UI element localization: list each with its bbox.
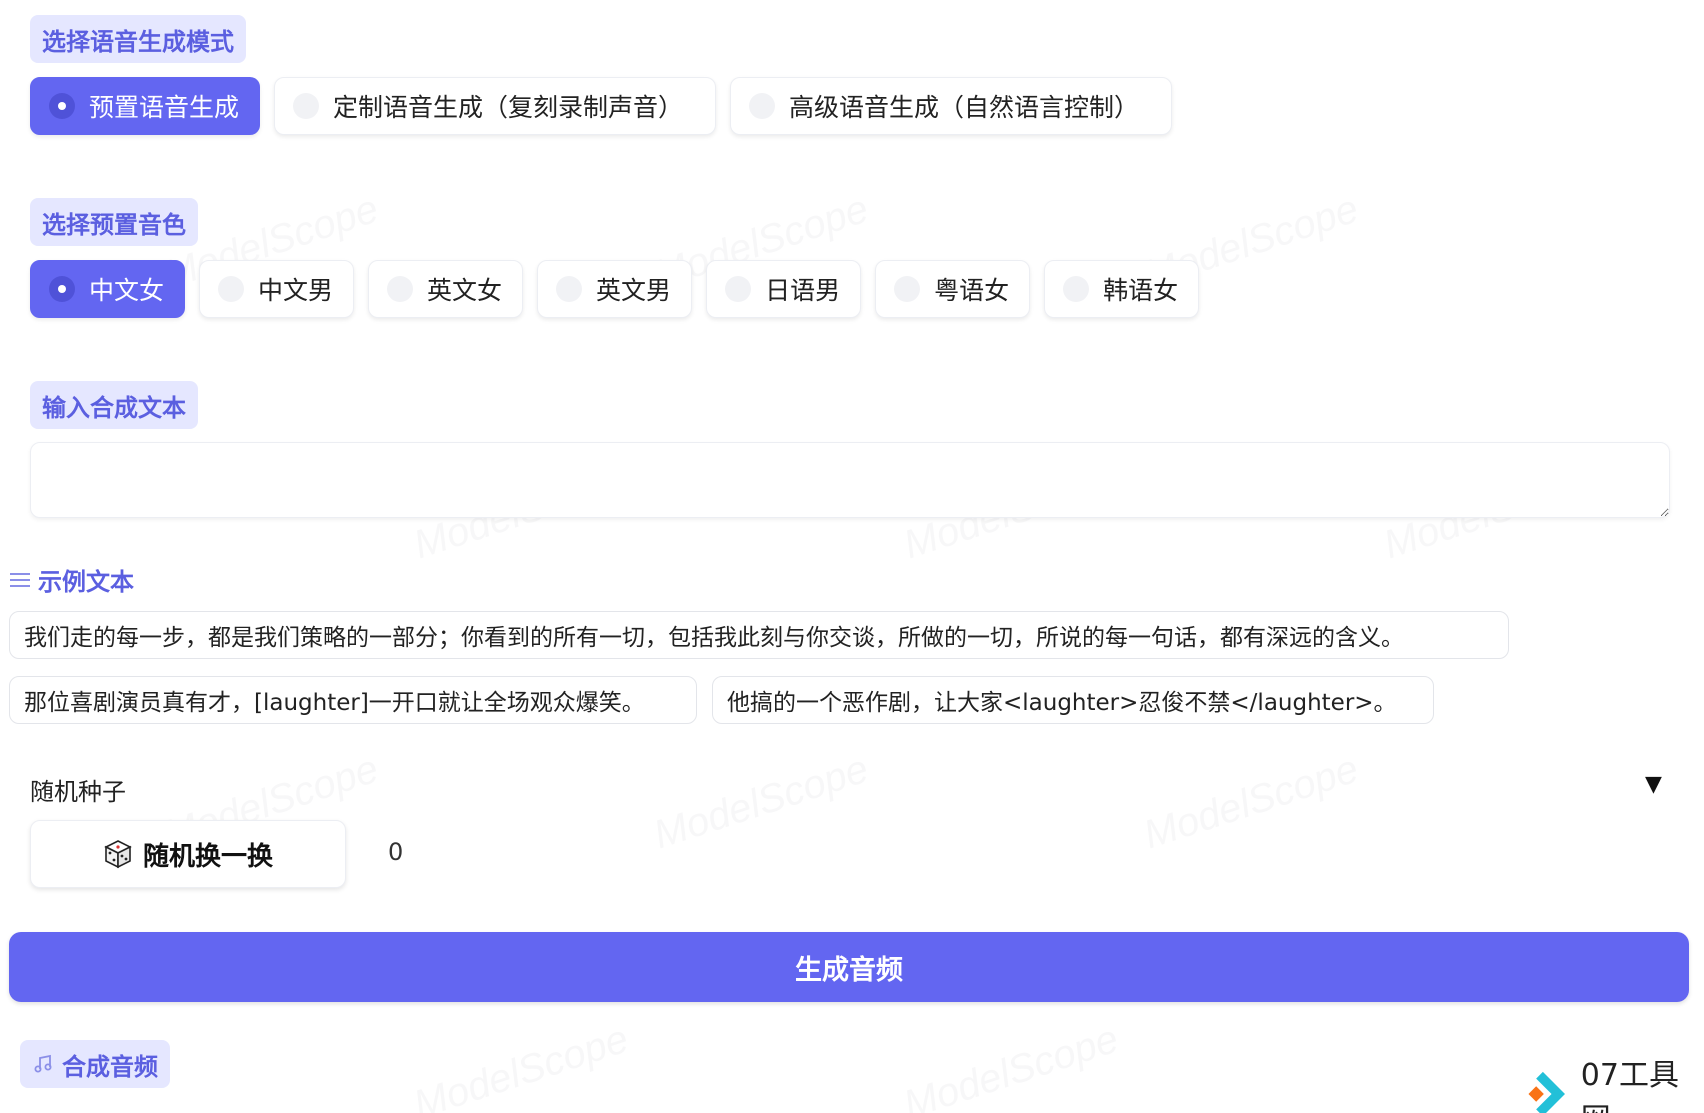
voice-option-yue-female[interactable]: 粤语女	[875, 260, 1031, 318]
radio-unchecked-icon	[218, 276, 245, 302]
voice-option-label: 日语男	[765, 276, 841, 305]
generate-audio-button-label: 生成音频	[795, 954, 903, 986]
random-seed-button-label: 随机换一换	[142, 841, 273, 872]
voice-option-label: 中文男	[258, 276, 334, 305]
radio-unchecked-icon	[293, 93, 320, 119]
mode-section-label-text: 选择语音生成模式	[42, 27, 234, 56]
voice-option-en-male[interactable]: 英文男	[537, 260, 693, 318]
mode-option-advanced[interactable]: 高级语音生成（自然语言控制）	[730, 77, 1173, 135]
brand-text: 07工具网	[1580, 1058, 1679, 1113]
collapse-triangle-icon[interactable]: ▼	[1645, 772, 1662, 797]
mode-option-label: 预置语音生成	[89, 93, 240, 122]
examples-header: 示例文本	[10, 562, 134, 597]
text-section-label-text: 输入合成文本	[42, 393, 186, 422]
voice-radio-group: 中文女 中文男 英文女 英文男 日语男 粤语女 韩语女	[30, 260, 1200, 318]
seed-label: 随机种子	[30, 778, 126, 806]
example-text-2[interactable]: 那位喜剧演员真有才，[laughter]一开口就让全场观众爆笑。	[9, 676, 697, 724]
generate-audio-button[interactable]: 生成音频	[9, 932, 1689, 1002]
synthesis-text-input[interactable]	[30, 442, 1670, 518]
random-seed-button[interactable]: 随机换一换	[30, 820, 346, 888]
examples-title: 示例文本	[38, 568, 134, 596]
radio-unchecked-icon	[749, 93, 776, 119]
text-section-label: 输入合成文本	[30, 381, 198, 429]
watermark: ModelScope	[648, 746, 874, 858]
radio-unchecked-icon	[894, 276, 921, 302]
voice-option-label: 英文女	[427, 276, 503, 305]
mode-option-custom[interactable]: 定制语音生成（复刻录制声音）	[274, 77, 717, 135]
radio-unchecked-icon	[556, 276, 583, 302]
output-section-label-text: 合成音频	[62, 1052, 158, 1081]
mode-section-label: 选择语音生成模式	[30, 15, 246, 63]
brand-diamond-icon	[1528, 1071, 1565, 1113]
mode-radio-group: 预置语音生成 定制语音生成（复刻录制声音） 高级语音生成（自然语言控制）	[30, 77, 1173, 135]
watermark: ModelScope	[1138, 746, 1364, 858]
radio-checked-icon	[49, 276, 75, 302]
radio-checked-icon	[49, 93, 75, 119]
watermark: ModelScope	[408, 1016, 634, 1113]
list-icon	[10, 571, 30, 589]
voice-section-label-text: 选择预置音色	[42, 210, 186, 239]
voice-section-label: 选择预置音色	[30, 198, 198, 246]
mode-option-preset[interactable]: 预置语音生成	[30, 77, 261, 135]
voice-option-en-female[interactable]: 英文女	[368, 260, 524, 318]
radio-unchecked-icon	[1063, 276, 1090, 302]
brand-logo: 07工具网	[1515, 1050, 1704, 1113]
voice-option-zh-male[interactable]: 中文男	[199, 260, 355, 318]
voice-option-label: 中文女	[89, 276, 165, 305]
voice-option-label: 英文男	[596, 276, 672, 305]
radio-unchecked-icon	[725, 276, 752, 302]
voice-option-ja-male[interactable]: 日语男	[706, 260, 862, 318]
output-section-label: 合成音频	[20, 1040, 170, 1088]
mode-option-label: 高级语音生成（自然语言控制）	[789, 93, 1140, 122]
voice-option-label: 粤语女	[934, 276, 1010, 305]
watermark: ModelScope	[898, 1016, 1124, 1113]
dice-icon	[104, 840, 132, 869]
voice-option-zh-female[interactable]: 中文女	[30, 260, 186, 318]
mode-option-label: 定制语音生成（复刻录制声音）	[333, 93, 684, 122]
page: ModelScope ModelScope ModelScope ModelSc…	[0, 0, 1704, 1113]
example-text-3[interactable]: 他搞的一个恶作剧，让大家<laughter>忍俊不禁</laughter>。	[712, 676, 1434, 724]
voice-option-label: 韩语女	[1103, 276, 1179, 305]
radio-unchecked-icon	[387, 276, 414, 302]
example-text-1[interactable]: 我们走的每一步，都是我们策略的一部分；你看到的所有一切，包括我此刻与你交谈，所做…	[9, 611, 1509, 659]
music-note-icon	[34, 1054, 52, 1073]
seed-value[interactable]: 0	[388, 838, 403, 866]
voice-option-ko-female[interactable]: 韩语女	[1044, 260, 1200, 318]
